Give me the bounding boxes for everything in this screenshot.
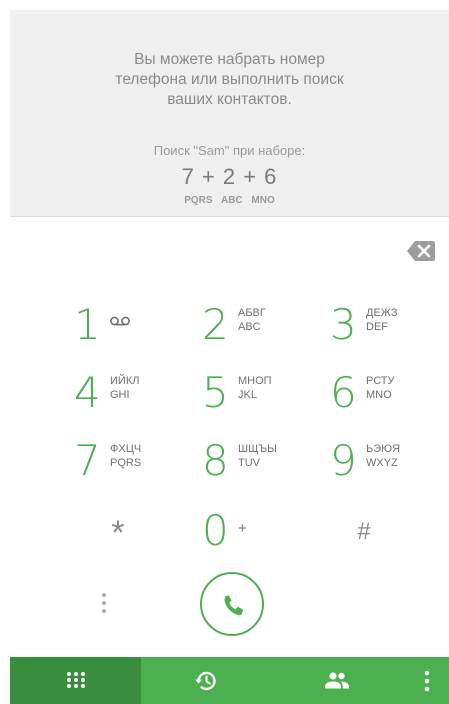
dial-key-letters: ФХЦЧ PQRS [110,442,141,470]
dial-key-digit: 6 [330,368,357,417]
hint-line-2: телефона или выполнить поиск [115,71,344,88]
dial-key-letters-cyrillic: ЬЭЮЯ [366,443,401,455]
dial-key-digit: 1 [74,300,101,349]
overflow-menu-button[interactable] [405,657,449,704]
dial-key-3[interactable]: 3 ДЕЖЗ DEF [330,300,440,360]
dial-key-letters-latin: MNO [366,389,392,401]
dialer-hint-panel: Вы можете набрать номер телефона или вып… [10,10,449,217]
backspace-button[interactable] [406,240,436,262]
hint-line-3: ваших контактов. [167,91,292,108]
dial-key-digit: 2 [202,300,229,349]
dial-key-letters-cyrillic: ШЩЪЫ [238,443,277,455]
dial-key-0[interactable]: 0 + [202,506,312,566]
dial-key-letters: АБВГ ABC [238,306,266,334]
dialpad-icon [67,672,85,691]
dial-key-8[interactable]: 8 ШЩЪЫ TUV [202,436,312,496]
dial-key-digit: 5 [202,368,229,417]
dial-key-letters-cyrillic: МНОП [238,375,272,387]
dial-key-hash[interactable]: # [334,518,394,562]
voicemail-icon [110,316,130,326]
dial-key-letters: ИЙКЛ GHI [110,374,139,402]
search-example-letters: PQRS ABC MNO [184,195,275,206]
tab-dialpad[interactable] [10,657,141,704]
more-vert-icon [102,593,106,613]
dial-key-letters-cyrillic: ДЕЖЗ [366,307,398,319]
dial-key-digit: 0 [202,506,229,555]
search-example-caption: Поиск "Sam" при наборе: [153,143,306,158]
dial-key-7[interactable]: 7 ФХЦЧ PQRS [74,436,184,496]
dial-key-letters-latin: ABC [238,321,261,333]
dial-key-6[interactable]: 6 РСТУ MNO [330,368,440,428]
bottom-tab-bar [10,657,449,704]
dial-key-letters-cyrillic: РСТУ [366,375,395,387]
dial-key-digit: 3 [330,300,357,349]
dialer-screen: Вы можете набрать номер телефона или вып… [0,0,449,704]
search-example-digits: 7 + 2 + 6 [181,164,278,189]
dialpad-overflow-button[interactable] [98,590,110,616]
dial-key-letters-latin: TUV [238,457,260,469]
dial-key-letters-latin: PQRS [110,457,142,469]
phone-icon [224,595,244,616]
dial-key-letters-latin: JKL [238,389,257,401]
dial-key-digit: 4 [74,368,101,417]
dial-key-letters-cyrillic: ФХЦЧ [110,443,142,455]
tab-call-history[interactable] [141,657,269,704]
hint-message: Вы можете набрать номер телефона или вып… [10,50,449,110]
call-button[interactable] [200,572,264,636]
dial-key-2[interactable]: 2 АБВГ ABC [202,300,312,360]
dial-key-digit: 8 [202,436,229,485]
dial-key-letters: ШЩЪЫ TUV [238,442,277,470]
more-vert-icon [424,670,430,692]
dial-key-letters: РСТУ MNO [366,374,395,402]
dial-key-5[interactable]: 5 МНОП JKL [202,368,312,428]
hint-line-1: Вы можете набрать номер [134,51,325,68]
dial-key-digit: 9 [330,436,357,485]
dial-key-plus-label: + [238,520,247,537]
dial-key-digit: 7 [74,436,101,485]
dial-key-letters-latin: DEF [366,321,388,333]
dial-key-letters: ДЕЖЗ DEF [366,306,397,334]
dial-key-9[interactable]: 9 ЬЭЮЯ WXYZ [330,436,440,496]
dial-key-letters: ЬЭЮЯ WXYZ [366,442,400,470]
dial-key-letters-latin: GHI [110,389,130,401]
history-icon [195,671,216,691]
contacts-icon [325,672,349,689]
tab-contacts[interactable] [269,657,405,704]
dial-key-letters-cyrillic: АБВГ [238,307,266,319]
dial-key-4[interactable]: 4 ИЙКЛ GHI [74,368,184,428]
dial-key-star[interactable]: * [88,514,148,558]
dial-key-letters-latin: WXYZ [366,457,398,469]
dial-key-1[interactable]: 1 [74,300,184,360]
dial-key-letters: МНОП JKL [238,374,272,402]
dial-key-letters-cyrillic: ИЙКЛ [110,375,140,387]
backspace-icon [407,241,435,261]
